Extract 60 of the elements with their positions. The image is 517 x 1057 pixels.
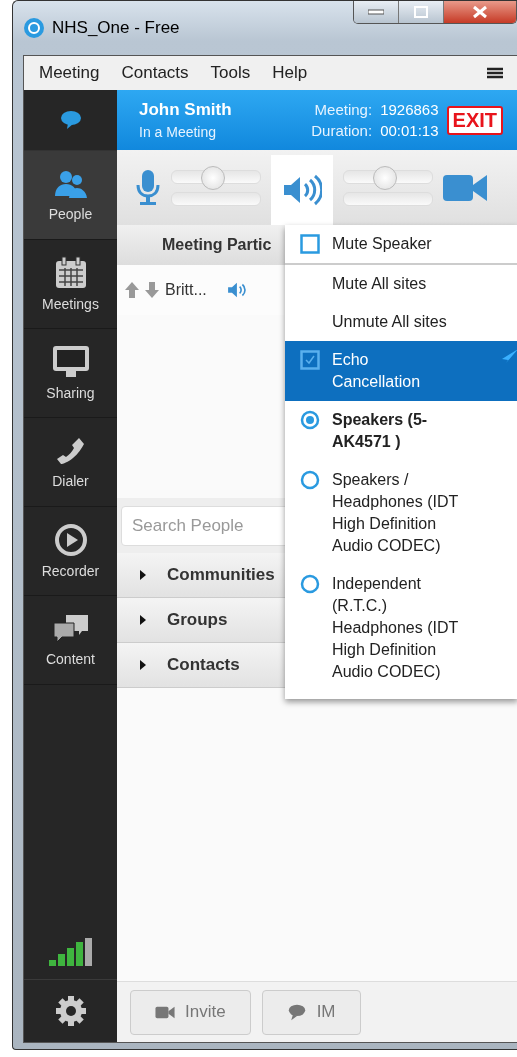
- arrow-icon: [500, 349, 517, 363]
- close-icon: [472, 5, 488, 19]
- menu-option[interactable]: Speakers (5-AK4571 ): [285, 401, 517, 461]
- exit-button[interactable]: EXIT: [446, 105, 503, 135]
- speaker-icon: [282, 174, 322, 206]
- menu-option[interactable]: Independent (R.T.C.) Headphones (IDT High Definition Audio CODEC): [285, 565, 517, 691]
- checkbox[interactable]: [300, 350, 320, 370]
- video-camera-icon[interactable]: [443, 172, 487, 203]
- microphone-slider[interactable]: [171, 169, 261, 206]
- minimize-button[interactable]: [354, 1, 399, 23]
- slider-thumb[interactable]: [200, 165, 225, 190]
- menu-icon[interactable]: [487, 67, 503, 79]
- play-icon: [53, 523, 88, 557]
- menu-item[interactable]: Tools: [199, 63, 262, 83]
- app-logo-icon: [23, 17, 45, 39]
- video-camera-icon: [155, 1005, 175, 1019]
- user-name: John Smith: [139, 100, 232, 120]
- close-button[interactable]: [444, 1, 516, 23]
- sidebar-item[interactable]: People: [24, 151, 117, 240]
- menu-option[interactable]: Speakers / Headphones (IDT High Definition Audio CODEC): [285, 461, 517, 565]
- participant-name: Britt...: [165, 281, 207, 299]
- participants-heading: Meeting Partic: [162, 236, 272, 254]
- menu-item[interactable]: Meeting: [28, 63, 111, 83]
- calendar-icon: [53, 256, 88, 290]
- meeting-label: Meeting:: [313, 101, 373, 118]
- meeting-id: 1926863: [380, 101, 439, 118]
- slider-thumb[interactable]: [372, 165, 397, 190]
- sidebar-item[interactable]: Sharing: [24, 329, 117, 418]
- duration-label: Duration:: [311, 122, 373, 139]
- menu-item[interactable]: Contacts: [110, 63, 200, 83]
- user-status: In a Meeting: [139, 124, 218, 140]
- radio-button[interactable]: [300, 470, 320, 490]
- settings-icon[interactable]: [54, 995, 87, 1027]
- people-icon: [52, 168, 89, 200]
- window-title: NHS_One - Free: [52, 18, 180, 38]
- chat-bubble-icon: [286, 1003, 307, 1021]
- checkbox[interactable]: [300, 234, 320, 254]
- speaker-slider[interactable]: [343, 169, 433, 206]
- im-button[interactable]: IM: [261, 989, 361, 1035]
- menu-option[interactable]: Unmute All sites: [285, 303, 517, 341]
- maximize-icon: [414, 6, 428, 18]
- menu-option[interactable]: Mute All sites: [285, 265, 517, 303]
- radio-button[interactable]: [300, 574, 320, 594]
- down-arrow-icon[interactable]: [145, 282, 159, 298]
- duration-value: 00:01:13: [380, 122, 439, 139]
- maximize-button[interactable]: [399, 1, 444, 23]
- menu-item[interactable]: Help: [261, 63, 319, 83]
- menu-option[interactable]: Mute Speaker: [285, 225, 517, 265]
- speaker-tab[interactable]: [271, 155, 333, 225]
- sidebar-item[interactable]: Meetings: [24, 240, 117, 329]
- invite-button[interactable]: Invite: [130, 989, 251, 1035]
- microphone-icon[interactable]: [135, 168, 161, 207]
- monitor-icon: [51, 345, 90, 379]
- radio-button[interactable]: [300, 410, 320, 430]
- speaker-icon[interactable]: [226, 281, 249, 299]
- up-arrow-icon[interactable]: [125, 282, 139, 298]
- minimize-icon: [368, 9, 384, 15]
- signal-icon: [48, 937, 93, 966]
- chat-bubble-icon: [59, 109, 82, 131]
- menu-option[interactable]: Echo Cancellation: [285, 341, 517, 401]
